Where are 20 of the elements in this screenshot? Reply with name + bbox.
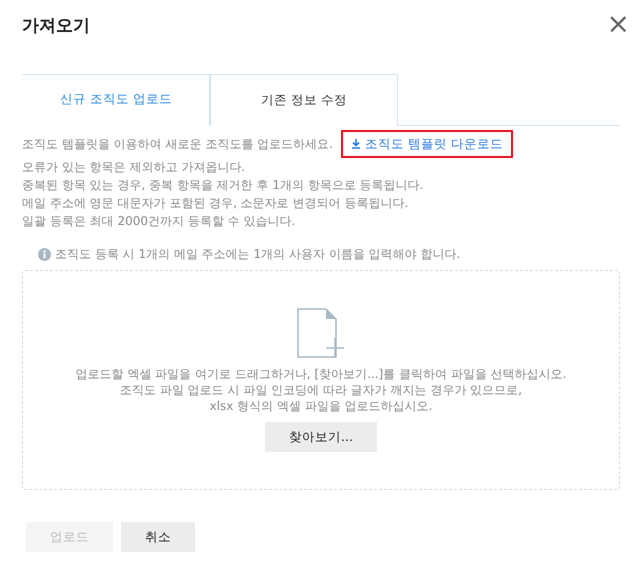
download-link[interactable]: 조직도 템플릿 다운로드 bbox=[340, 130, 513, 158]
intro-text: 조직도 템플릿을 이용하여 새로운 조직도를 업로드하세요. bbox=[22, 136, 333, 152]
dropzone-text: 업로드할 엑셀 파일을 여기로 드래그하거나, [찾아보기...]를 클릭하여 파일을 선택하십시오. bbox=[76, 366, 566, 382]
info-icon bbox=[38, 248, 51, 261]
dialog-title: 가져오기 bbox=[22, 15, 90, 38]
note-text: 중복된 항목 있는 경우, 중복 항목을 제거한 후 1개의 항목으로 등록됩니다. bbox=[22, 178, 424, 192]
dropzone-text: xlsx 형식의 엑셀 파일을 업로드하십시오. bbox=[210, 398, 432, 414]
browse-button[interactable]: 찾아보기... bbox=[265, 422, 377, 452]
note-text: 오류가 있는 항목은 제외하고 가져옵니다. bbox=[22, 160, 246, 174]
download-icon bbox=[350, 138, 361, 150]
add-file-icon bbox=[297, 308, 345, 358]
drop-zone[interactable]: 업로드할 엑셀 파일을 여기로 드래그하거나, [찾아보기...]를 클릭하여 파일을 선택하십시오. 조직도 파일 업로드 시 파일 인코딩에 따라 글자가 깨지는 경우가 있으므로, xlsx 형식의 엑셀 파일을 업로드하십시오. 찾아보기... bbox=[22, 270, 620, 490]
info-text: 조직도 등록 시 1개의 메일 주소에는 1개의 사용자 이름을 입력해야 합니다. bbox=[55, 246, 460, 262]
dialog-button[interactable]: 취소 bbox=[121, 522, 195, 552]
close-button[interactable]: × bbox=[606, 10, 630, 38]
tab[interactable]: 기존 정보 수정 bbox=[210, 74, 398, 126]
note-text: 일괄 등록은 최대 2000건까지 등록할 수 있습니다. bbox=[22, 214, 296, 228]
tab[interactable]: 신규 조직도 업로드 bbox=[22, 74, 210, 126]
dropzone-text: 조직도 파일 업로드 시 파일 인코딩에 따라 글자가 깨지는 경우가 있으므로, bbox=[120, 382, 522, 398]
note-text: 메일 주소에 영문 대문자가 포함된 경우, 소문자로 변경되어 등록됩니다. bbox=[22, 196, 408, 210]
